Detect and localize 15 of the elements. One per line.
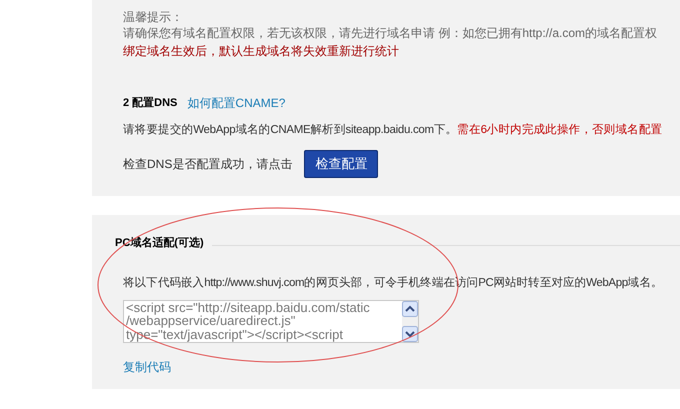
- copy-code-link[interactable]: 复制代码: [123, 358, 680, 374]
- tip-text: 请确保您有域名配置权限，若无该权限，请先进行域名申请 例：如您已拥有http://a.com的域名配置权: [123, 25, 658, 41]
- scroll-up-icon[interactable]: [402, 300, 418, 316]
- code-line: <script src="http://siteapp.baidu.com/static: [126, 300, 371, 314]
- scrollbar[interactable]: [402, 300, 418, 342]
- section-heading: 2 配置DNS: [123, 96, 178, 111]
- tip-title: 温馨提示：: [123, 9, 184, 25]
- dns-warning: 需在6小时内完成此操作，否则域名配置: [457, 124, 662, 136]
- dns-instruction: 请将要提交的WebApp域名的CNAME解析到siteapp.baidu.com下。: [123, 124, 458, 136]
- tip-warning: 绑定域名生效后，默认生成域名将失效重新进行统计: [123, 43, 400, 60]
- check-config-button[interactable]: 检查配置: [304, 150, 378, 178]
- help-link[interactable]: 如何配置CNAME?: [187, 95, 286, 111]
- code-line: /webappservice/uaredirect.js": [126, 314, 296, 328]
- scroll-down-icon[interactable]: [402, 326, 418, 342]
- check-dns-text: 检查DNS是否配置成功，请点击: [123, 156, 292, 173]
